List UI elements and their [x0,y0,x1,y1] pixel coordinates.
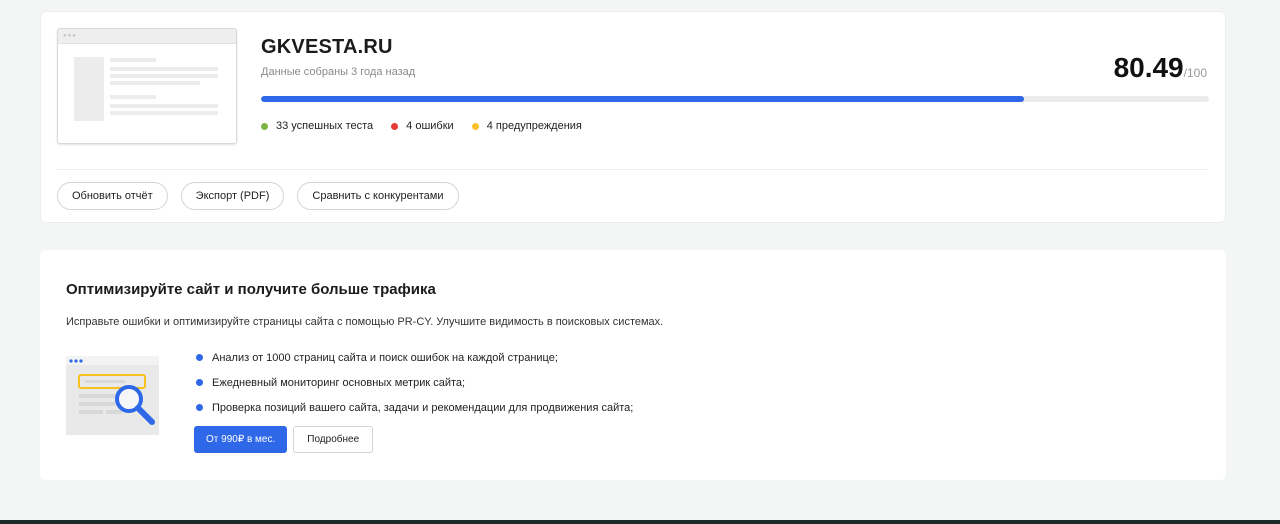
score-progress-bar [261,96,1209,102]
export-pdf-button[interactable]: Экспорт (PDF) [180,182,285,210]
feature-text: Ежедневный мониторинг основных метрик са… [212,376,466,389]
refresh-report-button[interactable]: Обновить отчёт [57,182,168,210]
learn-more-button[interactable]: Подробнее [293,426,374,453]
footer-edge [0,520,1280,524]
thumbnail-placeholder-line [110,58,156,62]
promo-card: Оптимизируйте сайт и получите больше тра… [40,250,1226,480]
thumbnail-placeholder-image [74,57,104,121]
site-score: 80.49/100 [1114,52,1207,84]
thumbnail-placeholder-line [110,81,200,85]
thumbnail-placeholder-line [110,67,218,71]
site-domain-title: GKVESTA.RU [261,36,393,58]
passed-tests-label: 33 успешных теста [276,120,374,132]
score-value: 80.49 [1113,52,1184,83]
warnings-label: 4 предупреждения [486,120,582,132]
compare-competitors-button[interactable]: Сравнить с конкурентами [297,182,459,210]
score-max: /100 [1183,66,1207,80]
feature-text: Анализ от 1000 страниц сайта и поиск оши… [212,351,558,364]
test-results-summary: 33 успешных теста 4 ошибки 4 предупрежде… [261,120,582,132]
promo-subtitle: Исправьте ошибки и оптимизируйте страниц… [66,316,664,328]
score-progress-fill [261,96,1025,102]
thumbnail-browser-bar: ●●● [58,29,236,44]
errors-stat[interactable]: 4 ошибки [391,120,454,132]
thumbnail-placeholder-line [110,111,218,115]
report-card: ●●● GKVESTA.RU Данные собраны 3 года наз… [40,11,1226,223]
divider [57,169,1207,170]
errors-label: 4 ошибки [406,120,454,132]
list-item: Анализ от 1000 страниц сайта и поиск оши… [196,345,633,370]
bullet-icon [196,379,203,386]
browser-dots-icon: ●●● [63,33,77,39]
subscribe-price-button[interactable]: От 990₽ в мес. [194,426,288,453]
magnifier-search-icon [66,356,159,435]
site-screenshot-thumbnail[interactable]: ●●● [57,28,237,144]
promo-feature-list: Анализ от 1000 страниц сайта и поиск оши… [196,345,633,420]
warnings-stat[interactable]: 4 предупреждения [471,120,582,132]
list-item: Ежедневный мониторинг основных метрик са… [196,370,633,395]
list-item: Проверка позиций вашего сайта, задачи и … [196,395,633,420]
report-actions: Обновить отчёт Экспорт (PDF) Сравнить с … [57,182,459,210]
bullet-icon [196,354,203,361]
promo-title: Оптимизируйте сайт и получите больше тра… [66,281,436,298]
thumbnail-placeholder-line [110,74,218,78]
promo-actions: От 990₽ в мес. Подробнее [194,426,374,453]
red-dot-icon [391,122,399,130]
passed-tests-stat[interactable]: 33 успешных теста [261,120,373,132]
thumbnail-placeholder-line [110,95,156,99]
green-dot-icon [261,122,268,130]
thumbnail-placeholder-line [110,104,218,108]
bullet-icon [196,404,203,411]
feature-text: Проверка позиций вашего сайта, задачи и … [212,401,634,414]
data-collected-note: Данные собраны 3 года назад [261,66,416,78]
yellow-dot-icon [471,122,479,130]
